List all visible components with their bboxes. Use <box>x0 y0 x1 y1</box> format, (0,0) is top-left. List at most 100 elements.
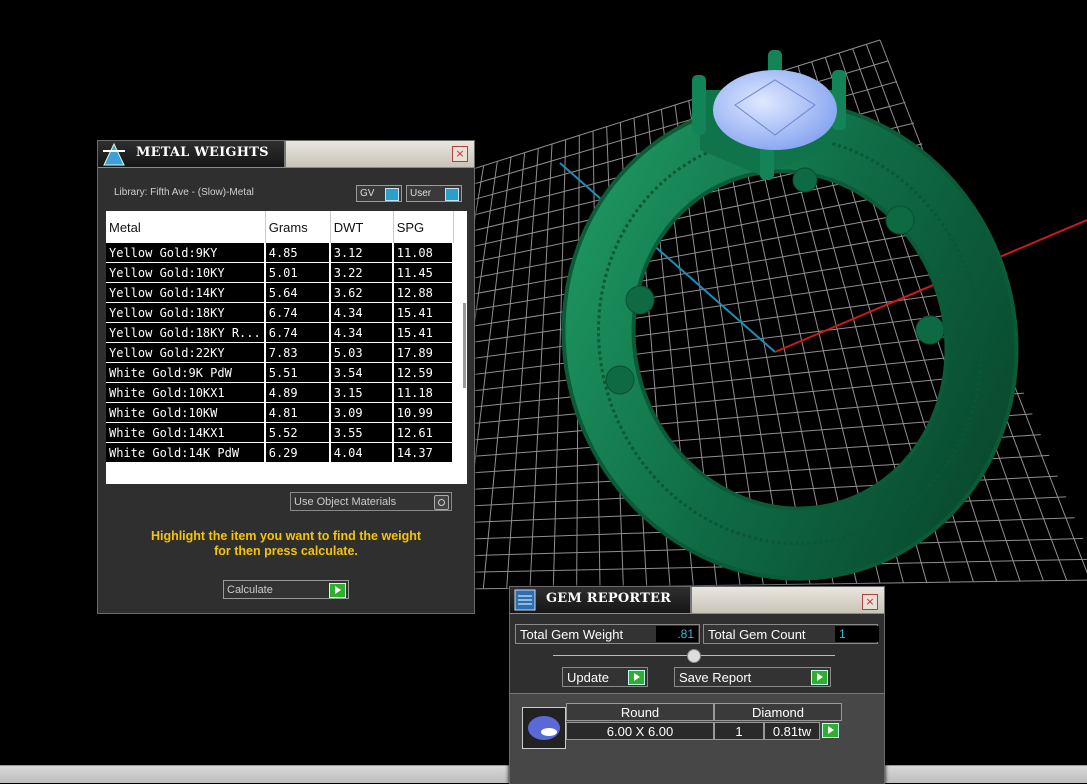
table-row[interactable]: Yellow Gold:22KY 7.83 5.03 17.89 <box>106 343 454 363</box>
cell-dwt: 4.04 <box>330 443 394 463</box>
cell-metal: Yellow Gold:10KY <box>106 263 266 283</box>
scale-icon <box>103 142 125 166</box>
cell-grams: 7.83 <box>265 343 331 363</box>
gv-label: GV <box>360 188 375 199</box>
gem-total-weight: 0.81tw <box>764 722 820 740</box>
user-toggle[interactable]: User <box>406 185 462 202</box>
cell-dwt: 3.54 <box>330 363 394 383</box>
round-diamond-icon[interactable] <box>522 707 566 749</box>
cell-grams: 4.81 <box>265 403 331 423</box>
column-header-grams[interactable]: Grams <box>265 211 331 243</box>
column-header-dwt[interactable]: DWT <box>330 211 394 243</box>
close-button[interactable]: × <box>452 146 468 162</box>
ring-model <box>561 50 1019 581</box>
toggle-knob-icon <box>445 188 459 201</box>
cell-spg: 11.45 <box>393 263 454 283</box>
total-gem-weight-label: Total Gem Weight <box>520 627 624 642</box>
user-label: User <box>410 188 432 199</box>
table-row[interactable]: Yellow Gold:10KY 5.01 3.22 11.45 <box>106 263 454 283</box>
metal-weights-panel: METAL WEIGHTS × Library: Fifth Ave - (Sl… <box>97 140 475 614</box>
calculate-label: Calculate <box>227 584 273 596</box>
cell-dwt: 3.22 <box>330 263 394 283</box>
cell-metal: White Gold:14K PdW <box>106 443 266 463</box>
cell-dwt: 3.15 <box>330 383 394 403</box>
cell-spg: 15.41 <box>393 323 454 343</box>
table-row[interactable]: White Gold:14KX1 5.52 3.55 12.61 <box>106 423 454 443</box>
total-gem-weight-value: .81 <box>656 626 698 642</box>
cell-grams: 4.89 <box>265 383 331 403</box>
metal-table: Metal Grams DWT SPG Yellow Gold:9KY 4.85 3… <box>106 211 467 484</box>
cell-dwt: 5.03 <box>330 343 394 363</box>
total-gem-count-value: 1 <box>835 626 879 642</box>
cell-grams: 4.85 <box>265 243 331 263</box>
gem-detail-button[interactable] <box>822 723 839 739</box>
cell-grams: 5.52 <box>265 423 331 443</box>
cell-dwt: 4.34 <box>330 303 394 323</box>
table-row[interactable]: White Gold:10KW 4.81 3.09 10.99 <box>106 403 454 423</box>
cell-spg: 12.59 <box>393 363 454 383</box>
cell-metal: Yellow Gold:18KY R... <box>106 323 266 343</box>
cell-dwt: 3.12 <box>330 243 394 263</box>
title-tab: GEM REPORTER <box>510 587 692 613</box>
toggle-knob-icon <box>385 188 399 201</box>
cell-spg: 15.41 <box>393 303 454 323</box>
table-row[interactable]: White Gold:10KX1 4.89 3.15 11.18 <box>106 383 454 403</box>
play-arrow-icon <box>628 670 645 685</box>
gem-report-icon <box>514 589 536 611</box>
cell-metal: Yellow Gold:18KY <box>106 303 266 323</box>
close-button[interactable]: × <box>862 594 878 610</box>
library-label: Library: Fifth Ave - (Slow)-Metal <box>114 187 254 198</box>
cell-metal: Yellow Gold:9KY <box>106 243 266 263</box>
cell-spg: 12.88 <box>393 283 454 303</box>
use-object-materials-label: Use Object Materials <box>294 496 397 508</box>
cell-spg: 17.89 <box>393 343 454 363</box>
cell-grams: 5.01 <box>265 263 331 283</box>
gem-count: 1 <box>714 722 764 740</box>
instruction-text: Highlight the item you want to find the … <box>98 529 474 559</box>
cell-dwt: 4.34 <box>330 323 394 343</box>
cell-dwt: 3.62 <box>330 283 394 303</box>
play-arrow-icon <box>329 583 346 598</box>
panel-title: METAL WEIGHTS <box>136 145 269 160</box>
use-object-materials-option[interactable]: Use Object Materials <box>290 492 452 511</box>
column-header-spg[interactable]: SPG <box>393 211 454 243</box>
save-report-label: Save Report <box>679 670 752 685</box>
cell-dwt: 3.55 <box>330 423 394 443</box>
cell-spg: 11.18 <box>393 383 454 403</box>
table-row[interactable]: Yellow Gold:9KY 4.85 3.12 11.08 <box>106 243 454 263</box>
instruction-line-2: for then press calculate. <box>214 544 358 558</box>
cell-metal: White Gold:10KX1 <box>106 383 266 403</box>
play-arrow-icon <box>822 723 839 738</box>
cell-grams: 6.74 <box>265 323 331 343</box>
cell-spg: 11.08 <box>393 243 454 263</box>
gem-list: Round Diamond 6.00 X 6.00 1 0.81tw <box>510 693 884 784</box>
table-row[interactable]: White Gold:14K PdW 6.29 4.04 14.37 <box>106 443 454 463</box>
cell-dwt: 3.09 <box>330 403 394 423</box>
calculate-button[interactable]: Calculate <box>223 580 349 599</box>
table-row[interactable]: White Gold:9K PdW 5.51 3.54 12.59 <box>106 363 454 383</box>
cell-grams: 6.74 <box>265 303 331 323</box>
update-button[interactable]: Update <box>562 667 648 687</box>
metal-weights-titlebar[interactable]: METAL WEIGHTS × <box>98 141 474 168</box>
update-label: Update <box>567 670 609 685</box>
cell-grams: 5.51 <box>265 363 331 383</box>
gem-reporter-titlebar[interactable]: GEM REPORTER × <box>510 587 884 614</box>
cell-metal: Yellow Gold:22KY <box>106 343 266 363</box>
cell-metal: White Gold:10KW <box>106 403 266 423</box>
table-row[interactable]: Yellow Gold:18KY 6.74 4.34 15.41 <box>106 303 454 323</box>
gemstone <box>713 70 837 150</box>
column-header-metal[interactable]: Metal <box>106 211 266 243</box>
collapse-knob-icon[interactable] <box>687 649 701 663</box>
cell-metal: White Gold:14KX1 <box>106 423 266 443</box>
cell-spg: 12.61 <box>393 423 454 443</box>
gv-toggle[interactable]: GV <box>356 185 402 202</box>
cell-metal: Yellow Gold:14KY <box>106 283 266 303</box>
vertical-scrollbar[interactable] <box>463 303 466 388</box>
table-row[interactable]: Yellow Gold:14KY 5.64 3.62 12.88 <box>106 283 454 303</box>
table-row[interactable]: Yellow Gold:18KY R... 6.74 4.34 15.41 <box>106 323 454 343</box>
gem-reporter-panel: GEM REPORTER × Total Gem Weight .81 Tota… <box>509 586 885 784</box>
cell-spg: 10.99 <box>393 403 454 423</box>
save-report-button[interactable]: Save Report <box>674 667 831 687</box>
panel-title: GEM REPORTER <box>546 591 672 606</box>
gem-material: Diamond <box>714 703 842 721</box>
